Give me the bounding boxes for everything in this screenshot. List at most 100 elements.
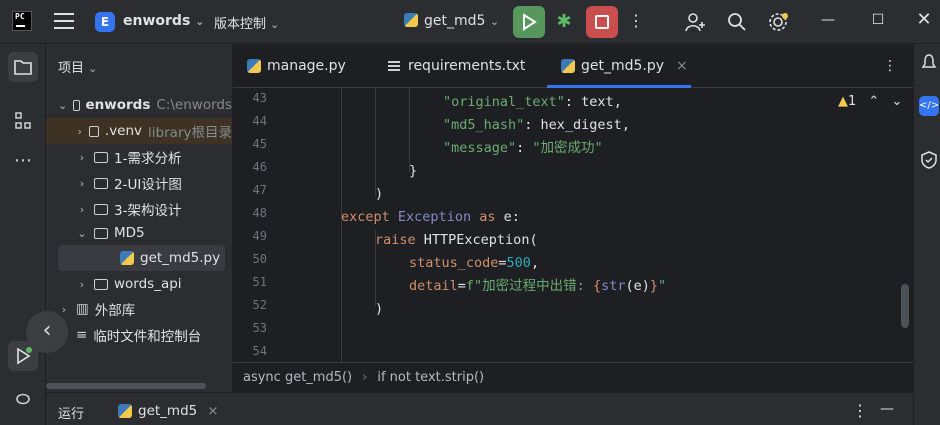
chevron-right-icon: › — [362, 370, 368, 385]
maximize-icon[interactable]: ☐ — [868, 12, 888, 32]
tab-options-icon[interactable]: ⋮ — [883, 44, 897, 88]
code-line-46: } — [409, 163, 418, 179]
chevron-down-icon: ⌄ — [58, 98, 68, 112]
line-number: 52 — [252, 298, 267, 312]
tab-run[interactable]: 运行 — [58, 403, 84, 422]
more-tools-icon[interactable]: ⋯ — [8, 146, 38, 176]
tree-item-hint: library根目录 — [148, 125, 232, 141]
run-config-selector[interactable]: get_md5 ⌄ — [404, 13, 499, 29]
back-arrow-icon[interactable]: ‹ — [26, 311, 68, 353]
tree-item[interactable]: ≡ 临时文件和控制台 — [46, 322, 232, 348]
code-line-43: "original_text": text, — [443, 94, 622, 110]
tab-requirements-txt[interactable]: requirements.txt — [388, 44, 525, 88]
chevron-right-icon: › — [77, 124, 82, 138]
debug-button[interactable]: ✱ — [551, 10, 577, 36]
code-line-44: "md5_hash": hex_digest, — [443, 117, 630, 133]
tab-label: requirements.txt — [408, 58, 526, 74]
project-switcher[interactable]: enwords ⌄ — [123, 13, 204, 29]
folder-icon — [94, 227, 108, 239]
tree-item-selected[interactable]: get_md5.py — [58, 245, 225, 271]
close-tab-icon[interactable]: × — [676, 58, 688, 74]
tree-item[interactable]: › words_api — [46, 271, 232, 297]
code-line-49: raise HTTPException( — [375, 232, 538, 248]
breadcrumb-item[interactable]: async get_md5() — [243, 370, 352, 385]
tree-item-label: .venv — [104, 123, 143, 139]
project-badge[interactable]: E — [95, 12, 115, 32]
tab-manage-py[interactable]: manage.py — [247, 44, 346, 88]
text-file-icon — [388, 61, 400, 71]
tree-item[interactable]: ⌄ MD5 — [46, 220, 232, 246]
more-actions-icon[interactable]: ⋮ — [628, 11, 644, 30]
tab-get-md5-py[interactable]: get_md5.py × — [561, 44, 688, 88]
search-icon[interactable] — [726, 11, 748, 33]
tree-item[interactable]: › .venv library根目录 — [46, 118, 232, 144]
project-view-icon[interactable] — [8, 52, 38, 82]
editor-area: manage.py requirements.txt get_md5.py × ⋮… — [233, 44, 913, 392]
code-line-47: ) — [375, 186, 384, 202]
minimize-icon[interactable]: — — [818, 12, 838, 32]
python-file-icon — [561, 59, 575, 73]
folder-icon — [94, 203, 108, 215]
tree-item-label: words_api — [114, 276, 182, 292]
tree-item-hint: C:\enwords — [156, 97, 232, 113]
tree-item-label: MD5 — [114, 225, 145, 241]
hide-panel-icon[interactable]: — — [880, 401, 894, 417]
vcs-menu[interactable]: 版本控制 ⌄ — [214, 13, 279, 32]
run-config-tab-label: get_md5 — [138, 403, 198, 419]
close-window-icon[interactable]: ✕ — [914, 9, 934, 30]
line-number: 45 — [252, 137, 267, 151]
tree-item[interactable]: ⌄ enwords C:\enwords — [46, 92, 232, 118]
main-menu-icon[interactable] — [54, 13, 74, 29]
horizontal-scrollbar[interactable] — [46, 383, 206, 389]
python-file-icon — [118, 404, 132, 418]
run-config-name: get_md5 — [424, 13, 486, 29]
folder-icon — [94, 278, 108, 290]
security-shield-icon[interactable] — [919, 150, 939, 170]
panel-options-icon[interactable]: ⋮ — [852, 401, 868, 420]
code-line-50: status_code=500, — [409, 255, 540, 271]
tree-item-label: 2-UI设计图 — [114, 177, 182, 193]
tree-item-label: get_md5.py — [140, 250, 221, 266]
chevron-right-icon: › — [79, 150, 85, 164]
notifications-icon[interactable] — [919, 52, 939, 72]
bug-icon: ✱ — [556, 11, 572, 32]
line-number: 53 — [252, 321, 267, 335]
tree-item-label: 临时文件和控制台 — [93, 329, 202, 345]
folder-icon — [94, 177, 108, 189]
tree-item[interactable]: › ▥ 外部库 — [46, 296, 232, 322]
line-number: 54 — [252, 344, 267, 358]
tree-item[interactable]: › 2-UI设计图 — [46, 170, 232, 196]
stop-button[interactable] — [586, 6, 618, 38]
line-number: 46 — [252, 160, 267, 174]
run-panel-header: 运行 get_md5 × ⋮ — — [46, 392, 913, 425]
add-user-icon[interactable] — [684, 11, 706, 33]
line-number: 50 — [252, 252, 267, 266]
tree-item[interactable]: › 3-架构设计 — [46, 196, 232, 222]
pycharm-logo: PC — [12, 11, 32, 31]
code-line-48: except Exception as e: — [341, 209, 520, 225]
tree-item-label: 外部库 — [94, 303, 136, 319]
tree-item[interactable]: › 1-需求分析 — [46, 144, 232, 170]
scratch-icon: ≡ — [76, 327, 88, 343]
python-console-icon[interactable] — [8, 384, 38, 414]
rerun-button[interactable] — [513, 6, 545, 38]
breadcrumb-item[interactable]: if not text.strip() — [377, 370, 484, 385]
chevron-down-icon: ⌄ — [88, 62, 98, 75]
run-config-tab[interactable]: get_md5 × — [118, 403, 219, 419]
vertical-scrollbar[interactable] — [901, 284, 909, 328]
line-number: 48 — [252, 206, 267, 220]
line-gutter: 43 44 45 46 47 48 49 50 51 52 53 54 — [233, 88, 303, 362]
library-icon: ▥ — [76, 301, 89, 317]
chevron-down-icon: ⌄ — [270, 18, 280, 31]
close-tab-icon[interactable]: × — [207, 403, 218, 419]
code-area[interactable]: "original_text": text, "md5_hash": hex_d… — [303, 88, 903, 362]
tab-label: manage.py — [267, 58, 346, 74]
code-line-52: ) — [375, 301, 384, 317]
right-tool-strip: </> — [913, 44, 940, 425]
structure-icon[interactable] — [8, 106, 38, 136]
ai-assistant-icon[interactable]: </> — [919, 96, 939, 116]
line-number: 49 — [252, 229, 267, 243]
settings-gear-icon[interactable] — [767, 11, 789, 33]
project-panel-header[interactable]: 项目 ⌄ — [58, 57, 97, 76]
chevron-right-icon: › — [79, 277, 85, 291]
